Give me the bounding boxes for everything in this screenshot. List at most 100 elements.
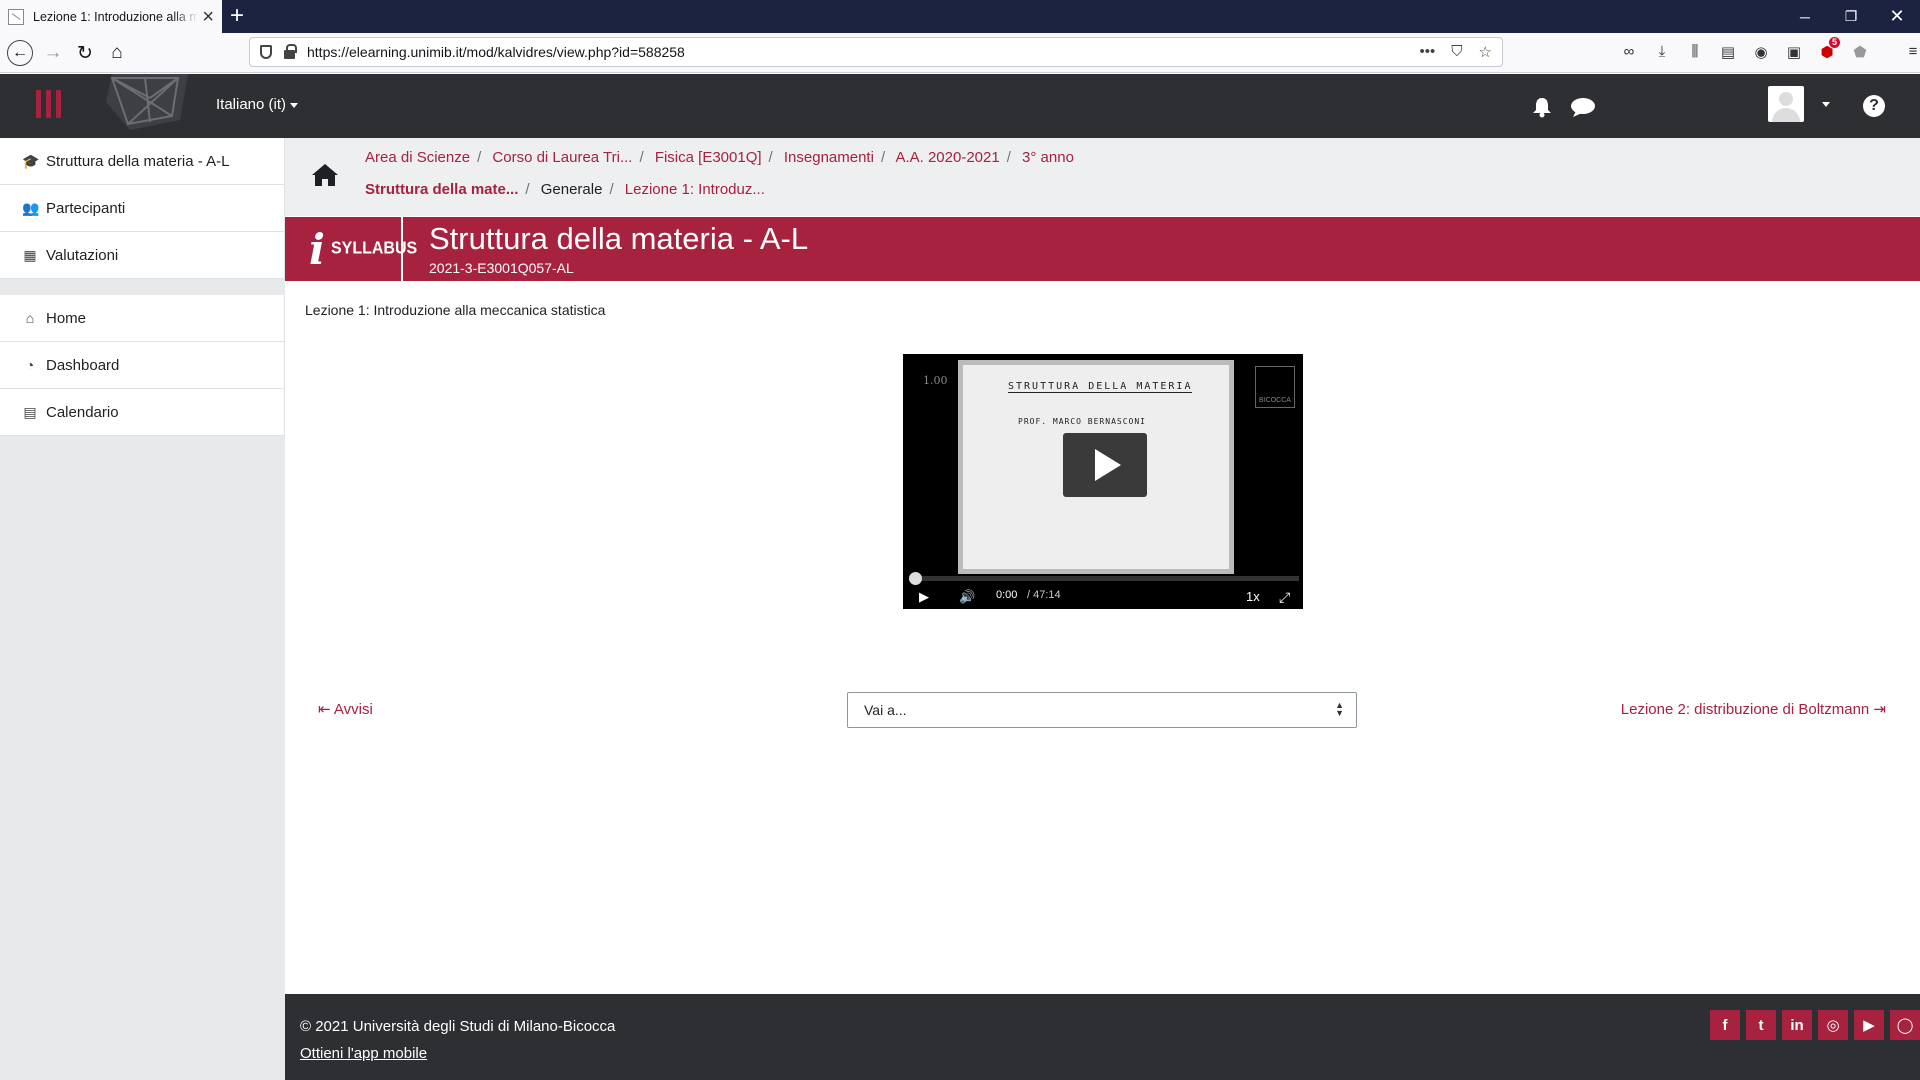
home-icon[interactable]: ⌂ bbox=[104, 40, 130, 66]
breadcrumb: Area di Scienze / Corso di Laurea Tri... /… bbox=[285, 138, 1920, 216]
home-icon: ⌂ bbox=[25, 310, 35, 326]
new-tab-icon[interactable]: + bbox=[230, 3, 244, 29]
breadcrumb-link[interactable]: Fisica [E3001Q] bbox=[655, 149, 762, 166]
extension-mask-icon[interactable]: ∞ bbox=[1620, 43, 1638, 61]
forward-icon[interactable]: → bbox=[40, 40, 66, 66]
arrow-left-icon: ⇤ bbox=[318, 701, 334, 718]
breadcrumb-link[interactable]: 3° anno bbox=[1022, 149, 1074, 166]
tracking-shield-icon[interactable] bbox=[260, 45, 272, 59]
users-icon: 👥 bbox=[22, 199, 40, 216]
site-nav-group: ⌂ Home ◔ Dashboard ▤ Calendario bbox=[0, 295, 285, 436]
sidebar-item-home[interactable]: ⌂ Home bbox=[0, 295, 284, 342]
mobile-app-link[interactable]: Ottieni l'app mobile bbox=[300, 1045, 427, 1062]
youtube-icon[interactable]: ▶ bbox=[1854, 1010, 1884, 1040]
syllabus-logo[interactable]: i SYLLABUS bbox=[301, 217, 417, 281]
arrow-right-icon: ⇥ bbox=[1869, 701, 1886, 718]
breadcrumb-link[interactable]: Area di Scienze bbox=[365, 149, 470, 166]
help-icon[interactable]: ? bbox=[1863, 95, 1885, 117]
play-overlay-button[interactable] bbox=[1063, 433, 1147, 497]
tab-title: Lezione 1: Introduzione alla meccanica s… bbox=[33, 9, 198, 24]
pocket-icon[interactable]: ⛉ bbox=[1451, 43, 1462, 61]
messages-chat-icon[interactable] bbox=[1570, 96, 1596, 118]
copyright-text: © 2021 Università degli Studi di Milano-… bbox=[300, 1018, 616, 1035]
sidebar-item-grades[interactable]: ▦ Valutazioni bbox=[0, 232, 284, 279]
bookmark-star-icon[interactable]: ☆ bbox=[1479, 43, 1492, 61]
current-time: 0:00 bbox=[996, 589, 1018, 601]
close-window-icon[interactable]: ✕ bbox=[1874, 0, 1920, 33]
home-icon[interactable] bbox=[311, 162, 339, 188]
dashboard-icon: ◔ bbox=[25, 357, 35, 373]
next-activity-link[interactable]: Lezione 2: distribuzione di Boltzmann ⇥ bbox=[1621, 700, 1886, 718]
restore-window-icon[interactable]: ❐ bbox=[1828, 0, 1874, 33]
university-logo[interactable] bbox=[100, 74, 188, 130]
extension-icon[interactable]: ▣ bbox=[1785, 43, 1803, 61]
jump-to-select[interactable]: Vai a... ▲ ▼ bbox=[847, 692, 1357, 728]
social-links: f t in ◎ ▶ ◯ bbox=[1710, 1010, 1920, 1040]
close-tab-icon[interactable]: × bbox=[202, 7, 214, 27]
duration: / 47:14 bbox=[1027, 589, 1061, 601]
breadcrumb-link[interactable]: Corso di Laurea Tri... bbox=[492, 149, 632, 166]
course-nav-group: 🎓 Struttura della materia - A-L 👥 Partecip… bbox=[0, 138, 285, 279]
menu-icon[interactable]: ≡ bbox=[1904, 43, 1920, 61]
ublock-icon[interactable]: ⬢ 5 bbox=[1818, 37, 1840, 61]
account-icon[interactable]: ◉ bbox=[1752, 43, 1770, 61]
reload-icon[interactable]: ↻ bbox=[72, 40, 98, 66]
back-icon[interactable]: ← bbox=[7, 40, 33, 66]
volume-icon[interactable]: 🔊 bbox=[959, 589, 975, 605]
shield-extension-icon[interactable]: ⬟ bbox=[1851, 43, 1869, 61]
sidebar-item-course[interactable]: 🎓 Struttura della materia - A-L bbox=[0, 138, 284, 185]
bicocca-watermark: BICOCCA bbox=[1255, 366, 1295, 408]
lock-icon[interactable] bbox=[284, 44, 297, 59]
board-author: PROF. MARCO BERNASCONI bbox=[1018, 417, 1146, 426]
site-header: Italiano (it) ? bbox=[0, 74, 1920, 138]
video-overlay-time: 1.00 bbox=[923, 374, 948, 387]
video-progress-bar[interactable] bbox=[909, 572, 1299, 585]
instagram-icon[interactable]: ◎ bbox=[1818, 1010, 1848, 1040]
play-icon[interactable]: ▶ bbox=[919, 589, 929, 605]
user-menu-chevron-down-icon[interactable] bbox=[1822, 102, 1830, 107]
breadcrumb-link[interactable]: Insegnamenti bbox=[784, 149, 874, 166]
browser-tab-bar: Lezione 1: Introduzione alla meccanica s… bbox=[0, 0, 1920, 33]
board-title: STRUTTURA DELLA MATERIA bbox=[1008, 381, 1193, 393]
graduation-cap-icon: 🎓 bbox=[22, 152, 40, 169]
downloads-icon[interactable]: ⤓ bbox=[1653, 43, 1671, 61]
breadcrumb-link-course[interactable]: Struttura della mate... bbox=[365, 181, 518, 198]
course-code: 2021-3-E3001Q057-AL bbox=[429, 260, 574, 276]
prev-activity-link[interactable]: ⇤ Avvisi bbox=[318, 700, 373, 718]
language-menu[interactable]: Italiano (it) bbox=[216, 96, 299, 113]
page-title: Struttura della materia - A-L bbox=[429, 221, 809, 256]
breadcrumb-link[interactable]: A.A. 2020-2021 bbox=[895, 149, 999, 166]
sidebar-item-dashboard[interactable]: ◔ Dashboard bbox=[0, 342, 284, 389]
lesson-title: Lezione 1: Introduzione alla meccanica s… bbox=[305, 302, 606, 318]
video-controls: ▶ 🔊 0:00 / 47:14 1x ⤢ bbox=[903, 582, 1303, 609]
page-actions-icon[interactable]: ••• bbox=[1420, 43, 1436, 61]
sidebar-item-participants[interactable]: 👥 Partecipanti bbox=[0, 185, 284, 232]
playback-speed[interactable]: 1x bbox=[1246, 589, 1260, 604]
select-arrows-icon: ▲ ▼ bbox=[1335, 700, 1344, 718]
breadcrumb-link-current[interactable]: Lezione 1: Introduz... bbox=[625, 181, 765, 198]
page-favicon-icon bbox=[8, 8, 24, 25]
browser-navigation-bar: ← → ↻ ⌂ https://elearning.unimib.it/mod/… bbox=[0, 33, 1920, 73]
fullscreen-icon[interactable]: ⤢ bbox=[1279, 589, 1290, 606]
sidebar-icon[interactable]: ▤ bbox=[1719, 43, 1737, 61]
user-avatar[interactable] bbox=[1768, 86, 1804, 122]
breadcrumb-section: Generale bbox=[540, 181, 603, 198]
course-banner: i SYLLABUS Struttura della materia - A-L… bbox=[285, 217, 1920, 281]
drawer-toggle-icon[interactable] bbox=[36, 90, 61, 118]
video-player[interactable]: 1.00 STRUTTURA DELLA MATERIA PROF. MARCO… bbox=[903, 354, 1303, 609]
table-icon: ▦ bbox=[23, 246, 37, 263]
browser-tab[interactable]: Lezione 1: Introduzione alla meccanica s… bbox=[0, 0, 222, 33]
facebook-icon[interactable]: f bbox=[1710, 1010, 1740, 1040]
snapchat-icon[interactable]: ◯ bbox=[1890, 1010, 1920, 1040]
sidebar-item-calendar[interactable]: ▤ Calendario bbox=[0, 389, 284, 436]
linkedin-icon[interactable]: in bbox=[1782, 1010, 1812, 1040]
address-bar[interactable]: https://elearning.unimib.it/mod/kalvidre… bbox=[249, 37, 1503, 67]
library-icon[interactable]: ⫼ bbox=[1686, 43, 1704, 61]
url-text[interactable]: https://elearning.unimib.it/mod/kalvidre… bbox=[307, 44, 685, 60]
page-footer: © 2021 Università degli Studi di Milano-… bbox=[285, 994, 1920, 1080]
minimize-window-icon[interactable]: ─ bbox=[1782, 0, 1828, 33]
twitter-icon[interactable]: t bbox=[1746, 1010, 1776, 1040]
notifications-bell-icon[interactable] bbox=[1531, 96, 1553, 118]
nav-drawer: 🎓 Struttura della materia - A-L 👥 Partecip… bbox=[0, 138, 285, 1080]
calendar-icon: ▤ bbox=[23, 403, 37, 420]
